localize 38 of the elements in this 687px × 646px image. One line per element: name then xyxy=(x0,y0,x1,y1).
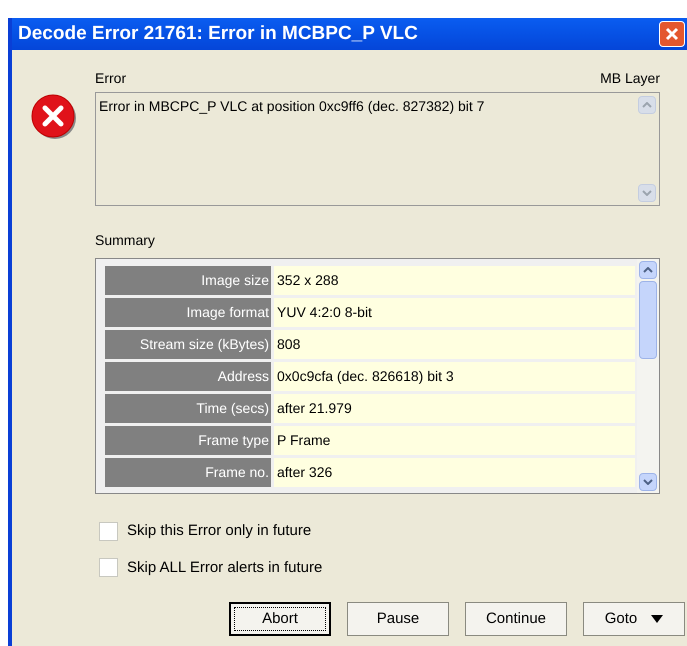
error-message: Error in MBCPC_P VLC at position 0xc9ff6 (dec. 827382) bit 7 xyxy=(99,97,484,116)
dialog-button[interactable]: Pause xyxy=(347,602,449,636)
field-name: Time (secs) xyxy=(105,394,271,423)
field-name: Address xyxy=(105,362,271,391)
error-label: Error xyxy=(95,69,126,88)
chevron-down-icon xyxy=(643,479,653,485)
scroll-up-button[interactable] xyxy=(639,261,657,279)
chevron-down-icon xyxy=(642,190,652,196)
field-name: Frame type xyxy=(105,426,271,455)
checkbox-label: Skip ALL Error alerts in future xyxy=(127,558,322,578)
field-value: after 21.979 xyxy=(274,394,635,423)
close-icon xyxy=(665,27,679,41)
summary-label: Summary xyxy=(95,231,156,250)
field-value: 808 xyxy=(274,330,635,359)
field-value: 0x0c9cfa (dec. 826618) bit 3 xyxy=(274,362,635,391)
field-value: after 326 xyxy=(274,458,635,487)
field-value: 352 x 288 xyxy=(274,266,635,295)
dialog-button[interactable]: Goto xyxy=(583,602,685,636)
layer-label: MB Layer xyxy=(600,69,660,88)
window-title: Decode Error 21761: Error in MCBPC_P VLC xyxy=(17,22,418,46)
field-value: P Frame xyxy=(274,426,635,455)
chevron-up-icon xyxy=(642,102,652,108)
caret-icon xyxy=(651,615,664,623)
error-icon xyxy=(30,94,76,140)
field-name: Frame no. xyxy=(105,458,271,487)
field-name: Image format xyxy=(105,298,271,327)
field-value: YUV 4:2:0 8-bit xyxy=(274,298,635,327)
checkbox[interactable] xyxy=(99,558,118,578)
field-name: Image size xyxy=(105,266,271,295)
close-button[interactable] xyxy=(659,21,685,47)
scroll-thumb[interactable] xyxy=(639,281,657,359)
checkbox[interactable] xyxy=(99,522,118,541)
field-name: Stream size (kBytes) xyxy=(105,330,271,359)
checkbox-label: Skip this Error only in future xyxy=(127,521,312,541)
dialog-button[interactable]: Continue xyxy=(465,602,567,636)
dialog-button[interactable]: Abort xyxy=(229,602,331,636)
scroll-down-button[interactable] xyxy=(639,473,657,491)
chevron-up-icon xyxy=(643,267,653,273)
